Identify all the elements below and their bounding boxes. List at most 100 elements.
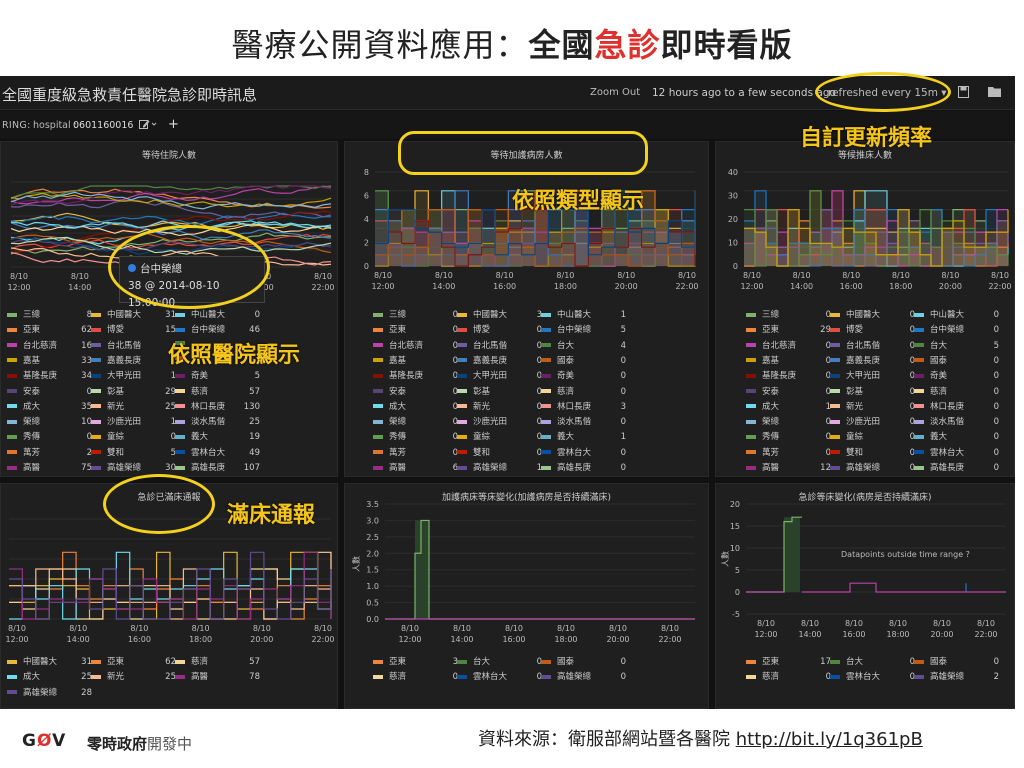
legend-item[interactable]: 萬芳 0: [373, 446, 458, 458]
legend-item[interactable]: 高雄榮總 1: [457, 461, 542, 473]
edit-icon[interactable]: [139, 119, 157, 130]
legend-item[interactable]: 雲林台大 0: [914, 446, 999, 458]
legend-item[interactable]: 中國醫大 3: [457, 308, 542, 320]
legend-item[interactable]: 童綜 0: [91, 430, 176, 442]
legend-item[interactable]: 新光 0: [457, 400, 542, 412]
legend-item[interactable]: 慈濟 0: [914, 385, 999, 397]
legend-item[interactable]: 亞東 3: [373, 655, 458, 667]
legend-item[interactable]: 台大 0: [830, 655, 915, 667]
legend-item[interactable]: 榮總 10: [7, 415, 92, 427]
legend-item[interactable]: 成大 35: [7, 400, 92, 412]
legend-item[interactable]: 榮總 0: [746, 415, 831, 427]
legend-item[interactable]: 台北馬偕: [91, 339, 176, 351]
legend-item[interactable]: 國泰 0: [914, 354, 999, 366]
legend-item[interactable]: 高醫 75: [7, 461, 92, 473]
legend-item[interactable]: 榮總 0: [373, 415, 458, 427]
legend-item[interactable]: 秀傳 0: [746, 430, 831, 442]
legend-item[interactable]: 大甲光田 0: [830, 369, 915, 381]
legend-item[interactable]: 雲林台大 0: [457, 670, 542, 682]
legend-item[interactable]: 基隆長庚 0: [746, 369, 831, 381]
legend-item[interactable]: 三總 8: [7, 308, 92, 320]
legend-item[interactable]: 新光 25: [91, 400, 176, 412]
legend-item[interactable]: 基隆長庚 0: [373, 369, 458, 381]
legend-item[interactable]: 淡水馬偕 0: [914, 415, 999, 427]
legend-item[interactable]: 嘉義長庚 0: [457, 354, 542, 366]
legend-item[interactable]: 大甲光田 1: [91, 369, 176, 381]
dashboard-title[interactable]: 全國重度級急救責任醫院急診即時訊息: [2, 84, 257, 105]
legend-item[interactable]: 嘉基 0: [746, 354, 831, 366]
save-icon[interactable]: [958, 86, 969, 98]
time-range-picker[interactable]: 12 hours ago to a few seconds ago: [652, 87, 836, 99]
legend-item[interactable]: 高雄長庚 107: [175, 461, 260, 473]
legend-item[interactable]: 嘉義長庚 0: [830, 354, 915, 366]
legend-item[interactable]: 林口長庚 130: [175, 400, 260, 412]
legend-item[interactable]: 高雄榮總 28: [7, 686, 92, 698]
legend-item[interactable]: 淡水馬偕 25: [175, 415, 260, 427]
legend-item[interactable]: 安泰 0: [746, 385, 831, 397]
source-url[interactable]: http://bit.ly/1q361pB: [736, 729, 923, 750]
legend-item[interactable]: 台大 5: [914, 339, 999, 351]
legend-item[interactable]: 慈濟 0: [746, 670, 831, 682]
legend-item[interactable]: 國泰 0: [541, 655, 626, 667]
legend-item[interactable]: 沙鹿光田 0: [457, 415, 542, 427]
legend-item[interactable]: 亞東 62: [7, 323, 92, 335]
legend-item[interactable]: 嘉基 33: [7, 354, 92, 366]
template-variable-value[interactable]: 0601160016: [73, 120, 133, 131]
legend-item[interactable]: 高雄榮總 2: [914, 670, 999, 682]
legend-item[interactable]: 三總 0: [373, 308, 458, 320]
legend-item[interactable]: 萬芳 2: [7, 446, 92, 458]
legend-item[interactable]: 成大 1: [746, 400, 831, 412]
legend-item[interactable]: 義大 19: [175, 430, 260, 442]
legend-item[interactable]: 高雄長庚 0: [914, 461, 999, 473]
legend-item[interactable]: 慈濟 57: [175, 385, 260, 397]
graph-icu-bed-change[interactable]: 0.0 0.5 1.0 1.5 2.0 2.5 3.0 3.5 8/10 12:00 8/10 14:…: [345, 484, 710, 649]
legend-item[interactable]: 雙和 0: [457, 446, 542, 458]
legend-item[interactable]: 雙和 0: [830, 446, 915, 458]
legend-item[interactable]: 奇美 0: [541, 369, 626, 381]
graph-waiting-icu[interactable]: 0 2 4 6 8 8/10 12:00 8/10 14:00 8/10 16:00 8/10 18:0…: [345, 142, 710, 297]
legend-item[interactable]: 高雄長庚 0: [541, 461, 626, 473]
legend-item[interactable]: 雲林台大 0: [830, 670, 915, 682]
legend-item[interactable]: 成大 0: [373, 400, 458, 412]
legend-item[interactable]: 中山醫大 1: [541, 308, 626, 320]
legend-item[interactable]: 台北慈濟 0: [746, 339, 831, 351]
folder-icon[interactable]: [988, 86, 1001, 97]
legend-item[interactable]: 台大 4: [541, 339, 626, 351]
legend-item[interactable]: 亞東 0: [373, 323, 458, 335]
legend-item[interactable]: 淡水馬偕 0: [541, 415, 626, 427]
legend-item[interactable]: 高雄榮總 0: [541, 670, 626, 682]
legend-item[interactable]: 雙和 5: [91, 446, 176, 458]
legend-item[interactable]: 亞東 62: [91, 655, 176, 667]
legend-item[interactable]: 台中榮總 46: [175, 323, 260, 335]
legend-item[interactable]: 童綜 0: [457, 430, 542, 442]
legend-item[interactable]: 亞東 17: [746, 655, 831, 667]
legend-item[interactable]: 高雄榮總 0: [830, 461, 915, 473]
legend-item[interactable]: 安泰 0: [7, 385, 92, 397]
legend-item[interactable]: 三總 0: [746, 308, 831, 320]
legend-item[interactable]: 台北慈濟 16: [7, 339, 92, 351]
zoom-out-button[interactable]: Zoom Out: [590, 87, 640, 98]
legend-item[interactable]: 奇美 0: [914, 369, 999, 381]
legend-item[interactable]: 秀傳 0: [373, 430, 458, 442]
legend-item[interactable]: 林口長庚 3: [541, 400, 626, 412]
legend-item[interactable]: 台北慈濟 0: [373, 339, 458, 351]
legend-item[interactable]: 高醫 6: [373, 461, 458, 473]
graph-waiting-stretcher[interactable]: 0 10 20 30 40 8/10 12:00 8/10 14:00 8/10 16:00 8/10…: [716, 142, 1015, 297]
legend-item[interactable]: 彰基 0: [457, 385, 542, 397]
legend-item[interactable]: 慈濟 0: [373, 670, 458, 682]
legend-item[interactable]: 中山醫大 0: [914, 308, 999, 320]
legend-item[interactable]: 嘉義長庚: [91, 354, 176, 366]
legend-item[interactable]: 博愛 0: [830, 323, 915, 335]
legend-item[interactable]: 安泰 0: [373, 385, 458, 397]
legend-item[interactable]: 新光 0: [830, 400, 915, 412]
legend-item[interactable]: 沙鹿光田 1: [91, 415, 176, 427]
legend-item[interactable]: 台大 0: [457, 655, 542, 667]
legend-item[interactable]: 台中榮總 0: [914, 323, 999, 335]
legend-item[interactable]: 成大 25: [7, 670, 92, 682]
legend-item[interactable]: 奇美 5: [175, 369, 260, 381]
legend-item[interactable]: 嘉基 0: [373, 354, 458, 366]
legend-item[interactable]: 義大 1: [541, 430, 626, 442]
legend-item[interactable]: 彰基 29: [91, 385, 176, 397]
legend-item[interactable]: 高醫 78: [175, 670, 260, 682]
legend-item[interactable]: 林口長庚 0: [914, 400, 999, 412]
